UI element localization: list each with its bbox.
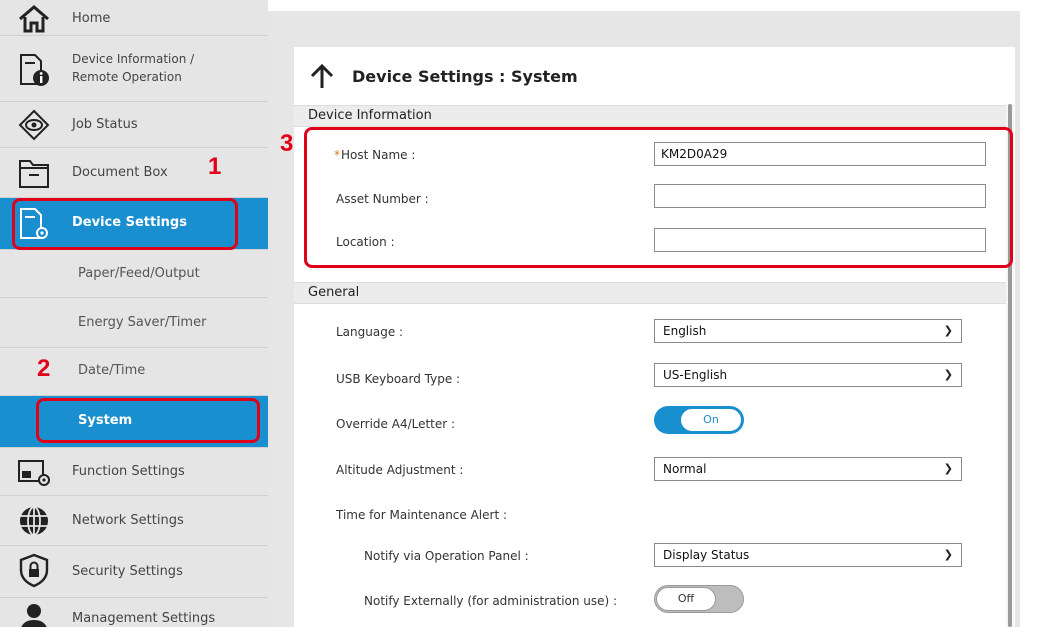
sidebar-item-label-line2: Remote Operation <box>72 70 182 84</box>
chevron-down-icon: ❯ <box>943 368 953 381</box>
usb-keyboard-select[interactable]: US-English ❯ <box>654 363 962 387</box>
usb-keyboard-label: USB Keyboard Type : <box>336 372 461 386</box>
sidebar-subitem-paper-feed-output[interactable]: Paper/Feed/Output <box>0 250 268 298</box>
sidebar-subitem-label: Date/Time <box>78 363 146 378</box>
callout-number-1: 1 <box>208 153 222 180</box>
sidebar-item-home[interactable]: Home <box>0 0 268 36</box>
sidebar-item-label: Device Information / <box>72 52 195 66</box>
sidebar-item-label: Document Box <box>72 165 168 180</box>
sidebar-item-device-information[interactable]: Device Information / Remote Operation <box>0 36 268 102</box>
sidebar-item-management-settings[interactable]: Management Settings <box>0 598 268 627</box>
chevron-down-icon: ❯ <box>943 462 953 475</box>
notify-external-label: Notify Externally (for administration us… <box>364 594 618 608</box>
language-select[interactable]: English ❯ <box>654 319 962 343</box>
job-status-icon <box>16 107 52 143</box>
usb-keyboard-value: US-English <box>663 368 728 382</box>
chevron-down-icon: ❯ <box>943 548 953 561</box>
notify-external-toggle[interactable]: Off <box>654 585 744 613</box>
callout-box-system <box>36 398 260 443</box>
page-title: Device Settings : System <box>352 67 578 86</box>
toggle-knob: On <box>680 408 742 432</box>
sidebar: Home Device Information / Remote Operati… <box>0 0 268 627</box>
sidebar-item-function-settings[interactable]: Function Settings <box>0 448 268 496</box>
sidebar-subitem-energy-saver-timer[interactable]: Energy Saver/Timer <box>0 298 268 348</box>
callout-number-2: 2 <box>37 355 51 382</box>
callout-box-device-information <box>304 127 1013 268</box>
altitude-value: Normal <box>663 462 707 476</box>
sidebar-item-label: Security Settings <box>72 564 183 579</box>
language-value: English <box>663 324 707 338</box>
document-box-icon <box>16 155 52 191</box>
language-label: Language : <box>336 325 404 339</box>
maintenance-alert-label: Time for Maintenance Alert : <box>336 508 508 522</box>
sidebar-item-label: Management Settings <box>72 611 216 626</box>
sidebar-item-security-settings[interactable]: Security Settings <box>0 546 268 598</box>
sidebar-item-label: Home <box>72 11 111 26</box>
sidebar-item-label: Job Status <box>72 117 138 132</box>
callout-box-device-settings <box>12 198 238 250</box>
sidebar-item-network-settings[interactable]: Network Settings <box>0 496 268 546</box>
right-margin <box>1020 0 1060 627</box>
section-general: General <box>294 282 1006 304</box>
arrow-up-icon[interactable] <box>308 62 336 90</box>
sidebar-subitem-label: Energy Saver/Timer <box>78 315 207 330</box>
notify-panel-select[interactable]: Display Status ❯ <box>654 543 962 567</box>
security-settings-icon <box>16 552 52 588</box>
altitude-label: Altitude Adjustment : <box>336 463 464 477</box>
device-info-icon <box>16 52 52 88</box>
notify-panel-value: Display Status <box>663 548 750 562</box>
callout-number-3: 3 <box>280 130 294 157</box>
sidebar-item-job-status[interactable]: Job Status <box>0 102 268 148</box>
function-settings-icon <box>16 454 52 490</box>
section-device-information: Device Information <box>294 105 1006 127</box>
override-a4-letter-label: Override A4/Letter : <box>336 417 456 431</box>
notify-panel-label: Notify via Operation Panel : <box>364 549 529 563</box>
top-bar <box>268 0 1060 11</box>
altitude-select[interactable]: Normal ❯ <box>654 457 962 481</box>
chevron-down-icon: ❯ <box>943 324 953 337</box>
sidebar-subitem-label: Paper/Feed/Output <box>78 266 200 281</box>
management-settings-icon <box>16 600 52 627</box>
network-settings-icon <box>16 503 52 539</box>
sidebar-item-label: Network Settings <box>72 513 184 528</box>
sidebar-item-document-box[interactable]: Document Box <box>0 148 268 198</box>
sidebar-item-label: Function Settings <box>72 464 185 479</box>
override-a4-letter-toggle[interactable]: On <box>654 406 744 434</box>
toggle-knob: Off <box>656 587 716 611</box>
home-icon <box>16 0 52 36</box>
